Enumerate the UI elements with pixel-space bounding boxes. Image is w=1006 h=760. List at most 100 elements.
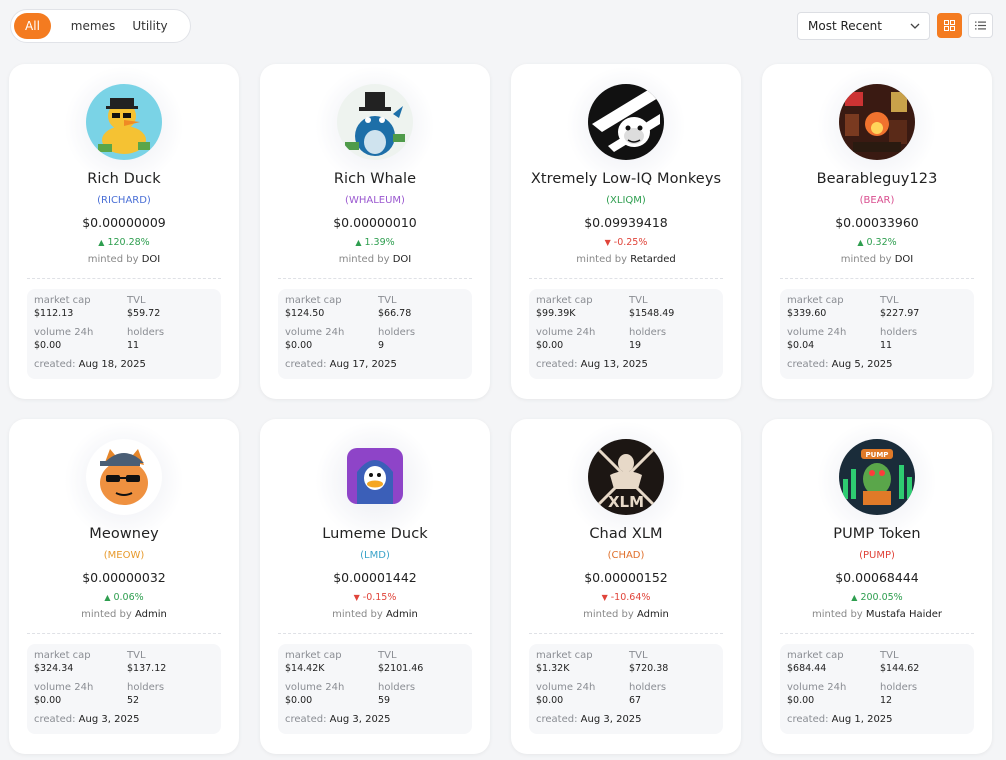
minted-by: minted by DOI xyxy=(762,254,992,265)
holders-label: holders xyxy=(629,327,667,338)
volume-value: $0.00 xyxy=(285,695,313,706)
change-value: 0.06% xyxy=(113,592,144,603)
token-card[interactable]: Meowney (MEOW) $0.00000032 ▲ 0.06% minted… xyxy=(9,419,239,754)
sort-select[interactable]: Most Recent xyxy=(797,12,930,40)
price-change: ▲ 200.05% xyxy=(762,592,992,603)
change-arrow-icon: ▼ xyxy=(604,238,611,247)
volume-value: $0.00 xyxy=(285,340,313,351)
volume-label: volume 24h xyxy=(787,327,847,338)
token-price: $0.00033960 xyxy=(835,215,919,230)
created-label: created: xyxy=(285,359,327,370)
volume-label: volume 24h xyxy=(536,682,596,693)
created-value: Aug 3, 2025 xyxy=(329,714,391,725)
created-value: Aug 3, 2025 xyxy=(78,714,140,725)
token-card[interactable]: XLM Chad XLM (CHAD) $0.00000152 ▼ -10.64%… xyxy=(511,419,741,754)
price-change: ▲ 0.06% xyxy=(9,592,239,603)
market-cap-label: market cap xyxy=(285,650,342,661)
stats-panel: market cap $14.42K TVL $2101.46 volume 2… xyxy=(278,644,472,734)
token-card[interactable]: Rich Whale (WHALEUM) $0.00000010 ▲ 1.39% … xyxy=(260,64,490,399)
token-card[interactable]: Xtremely Low-IQ Monkeys (XLIQM) $0.09939… xyxy=(511,64,741,399)
minter-name: DOI xyxy=(894,254,914,265)
filter-all[interactable]: All xyxy=(14,13,51,39)
minted-by: minted by Mustafa Haider xyxy=(762,609,992,620)
created-value: Aug 5, 2025 xyxy=(831,359,893,370)
token-ticker: (LMD) xyxy=(360,550,390,561)
market-cap-label: market cap xyxy=(285,295,342,306)
tvl-value: $2101.46 xyxy=(378,663,424,674)
hooded-duck-icon xyxy=(347,448,403,504)
minted-by: minted by DOI xyxy=(260,254,490,265)
price-change: ▲ 120.28% xyxy=(9,237,239,248)
filter-utility[interactable]: Utility xyxy=(130,13,170,39)
volume-value: $0.00 xyxy=(34,695,62,706)
divider xyxy=(780,633,974,634)
change-arrow-icon: ▲ xyxy=(355,238,362,247)
market-cap-value: $124.50 xyxy=(285,308,325,319)
token-price: $0.00001442 xyxy=(333,570,417,585)
token-price: $0.00000009 xyxy=(82,215,166,230)
divider xyxy=(780,278,974,279)
list-icon xyxy=(975,21,986,30)
token-price: $0.00068444 xyxy=(835,570,919,585)
token-price: $0.00000010 xyxy=(333,215,417,230)
grid-view-button[interactable] xyxy=(937,13,962,38)
list-view-button[interactable] xyxy=(968,13,993,38)
token-name: Rich Duck xyxy=(87,171,161,187)
created-date: created: Aug 5, 2025 xyxy=(787,359,893,370)
minted-by-label: minted by xyxy=(338,254,390,265)
tvl-value: $59.72 xyxy=(127,308,161,319)
token-card[interactable]: PUMP PUMP Token (PUMP) $0.00068444 ▲ 200.… xyxy=(762,419,992,754)
change-arrow-icon: ▲ xyxy=(851,593,858,602)
created-date: created: Aug 18, 2025 xyxy=(34,359,146,370)
stats-panel: market cap $324.34 TVL $137.12 volume 24… xyxy=(27,644,221,734)
token-name: Xtremely Low-IQ Monkeys xyxy=(530,171,722,187)
volume-label: volume 24h xyxy=(787,682,847,693)
change-value: -0.25% xyxy=(613,237,648,248)
minted-by: minted by Retarded xyxy=(511,254,741,265)
holders-label: holders xyxy=(880,327,918,338)
volume-value: $0.04 xyxy=(787,340,815,351)
minted-by: minted by DOI xyxy=(9,254,239,265)
minted-by-label: minted by xyxy=(583,609,634,620)
created-date: created: Aug 3, 2025 xyxy=(285,714,391,725)
tvl-value: $144.62 xyxy=(880,663,920,674)
token-price: $0.00000032 xyxy=(82,570,166,585)
market-cap-value: $99.39K xyxy=(536,308,576,319)
change-arrow-icon: ▲ xyxy=(98,238,105,247)
stats-panel: market cap $99.39K TVL $1548.49 volume 2… xyxy=(529,289,723,379)
token-ticker: (BEAR) xyxy=(859,195,895,206)
minted-by-label: minted by xyxy=(840,254,892,265)
holders-value: 67 xyxy=(629,695,642,706)
minter-name: Mustafa Haider xyxy=(865,609,942,620)
filter-memes[interactable]: memes xyxy=(70,13,116,39)
created-label: created: xyxy=(536,359,578,370)
holders-value: 11 xyxy=(127,340,140,351)
minted-by: minted by Admin xyxy=(9,609,239,620)
price-change: ▼ -0.15% xyxy=(260,592,490,603)
chevron-down-icon xyxy=(910,23,920,29)
stats-panel: market cap $112.13 TVL $59.72 volume 24h… xyxy=(27,289,221,379)
created-value: Aug 3, 2025 xyxy=(580,714,642,725)
holders-label: holders xyxy=(127,682,165,693)
token-card[interactable]: Lumeme Duck (LMD) $0.00001442 ▼ -0.15% mi… xyxy=(260,419,490,754)
token-name: Rich Whale xyxy=(333,171,417,187)
tvl-label: TVL xyxy=(629,650,648,661)
created-date: created: Aug 1, 2025 xyxy=(787,714,893,725)
minted-by-label: minted by xyxy=(81,609,132,620)
holders-value: 12 xyxy=(880,695,893,706)
market-cap-label: market cap xyxy=(34,295,91,306)
token-card[interactable]: Rich Duck (RICHARD) $0.00000009 ▲ 120.28%… xyxy=(9,64,239,399)
token-card[interactable]: Bearableguy123 (BEAR) $0.00033960 ▲ 0.32%… xyxy=(762,64,992,399)
market-cap-value: $1.32K xyxy=(536,663,570,674)
holders-value: 19 xyxy=(629,340,642,351)
created-label: created: xyxy=(536,714,578,725)
token-name: Meowney xyxy=(89,526,159,542)
created-label: created: xyxy=(34,359,76,370)
market-cap-value: $324.34 xyxy=(34,663,74,674)
divider xyxy=(529,633,723,634)
change-value: -10.64% xyxy=(610,592,651,603)
token-ticker: (RICHARD) xyxy=(97,195,151,206)
cat-icon xyxy=(86,439,162,515)
divider xyxy=(529,278,723,279)
change-arrow-icon: ▲ xyxy=(104,593,111,602)
